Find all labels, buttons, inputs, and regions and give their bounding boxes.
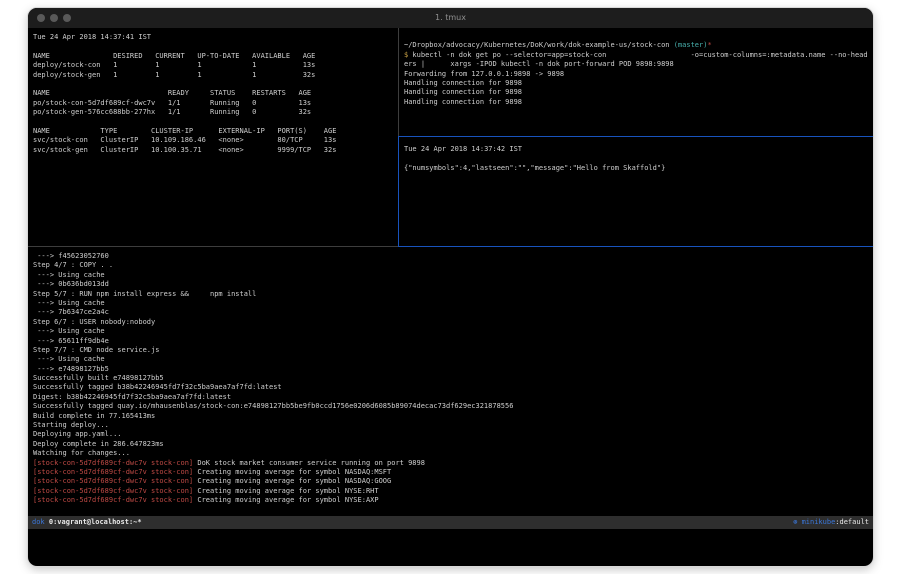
kube-context-indicator: ⊛ minikube:default bbox=[793, 516, 869, 529]
pane-border-active-bottom bbox=[398, 246, 873, 247]
kube-context-name: minikube bbox=[802, 518, 836, 526]
terminal-line: Successfully tagged b38b42246945fd7f32c5… bbox=[33, 383, 873, 392]
pane-border-vertical-inactive bbox=[398, 28, 399, 136]
terminal-line: ---> f45623052760 bbox=[33, 252, 873, 261]
window-titlebar[interactable]: 1. tmux bbox=[28, 8, 873, 29]
terminal-line: deploy/stock-con 1 1 1 1 13s bbox=[33, 61, 403, 70]
status-left: dok 0:vagrant@localhost:~* bbox=[32, 516, 142, 529]
terminal-line: svc/stock-con ClusterIP 10.109.186.46 <n… bbox=[33, 136, 403, 145]
text-segment: [stock-con-5d7df689cf-dwc7v stock-con] bbox=[33, 468, 193, 476]
terminal-line: Handling connection for 9898 bbox=[404, 88, 873, 97]
terminal-line: deploy/stock-gen 1 1 1 1 32s bbox=[33, 71, 403, 80]
text-segment: [stock-con-5d7df689cf-dwc7v stock-con] bbox=[33, 477, 193, 485]
pane-border-active-left bbox=[398, 136, 399, 246]
terminal-line: ~/Dropbox/advocacy/Kubernetes/DoK/work/d… bbox=[404, 41, 873, 50]
text-segment: Creating moving average for symbol NASDA… bbox=[193, 477, 391, 485]
terminal-line: Starting deploy... bbox=[33, 421, 873, 430]
terminal-line: Step 4/7 : COPY . . bbox=[33, 261, 873, 270]
pane-border-active-top bbox=[398, 136, 873, 137]
pane-skaffold-build-log[interactable]: ---> f45623052760Step 4/7 : COPY . . ---… bbox=[28, 247, 873, 518]
text-segment: Creating moving average for symbol NASDA… bbox=[193, 468, 391, 476]
terminal-line: po/stock-con-5d7df689cf-dwc7v 1/1 Runnin… bbox=[33, 99, 403, 108]
text-segment: * bbox=[707, 41, 711, 49]
pane-border-horizontal-inactive bbox=[28, 246, 398, 247]
text-segment: Creating moving average for symbol NYSE:… bbox=[193, 496, 378, 504]
text-segment: [stock-con-5d7df689cf-dwc7v stock-con] bbox=[33, 496, 193, 504]
terminal-line: Handling connection for 9898 bbox=[404, 79, 873, 88]
terminal-line: svc/stock-gen ClusterIP 10.100.35.71 <no… bbox=[33, 146, 403, 155]
terminal-line: ---> Using cache bbox=[33, 271, 873, 280]
pane-port-forward[interactable]: ~/Dropbox/advocacy/Kubernetes/DoK/work/d… bbox=[400, 28, 873, 140]
terminal-line bbox=[33, 118, 403, 127]
text-segment: [stock-con-5d7df689cf-dwc7v stock-con] bbox=[33, 459, 193, 467]
terminal-line: NAME READY STATUS RESTARTS AGE bbox=[33, 89, 403, 98]
text-segment: Creating moving average for symbol NYSE:… bbox=[193, 487, 378, 495]
terminal-line: po/stock-gen-576cc688bb-277hx 1/1 Runnin… bbox=[33, 108, 403, 117]
terminal-line: NAME TYPE CLUSTER-IP EXTERNAL-IP PORT(S)… bbox=[33, 127, 403, 136]
text-segment: kubectl -n dok get po --selector=app=sto… bbox=[408, 51, 867, 59]
terminal-line: Deploy complete in 286.647823ms bbox=[33, 440, 873, 449]
terminal-line: Handling connection for 9898 bbox=[404, 98, 873, 107]
page-background: { "window": { "title": "1. tmux" }, "col… bbox=[0, 0, 900, 574]
terminal-line: Forwarding from 127.0.0.1:9898 -> 9898 bbox=[404, 70, 873, 79]
terminal-line: [stock-con-5d7df689cf-dwc7v stock-con] C… bbox=[33, 477, 873, 486]
terminal-line: ---> 65611ff9db4e bbox=[33, 337, 873, 346]
terminal-line: ---> Using cache bbox=[33, 299, 873, 308]
terminal-line bbox=[404, 32, 873, 41]
text-segment: ~/Dropbox/advocacy/Kubernetes/DoK/work/d… bbox=[404, 41, 674, 49]
terminal-line: {"numsymbols":4,"lastseen":"","message":… bbox=[404, 164, 873, 173]
terminal-line: ---> Using cache bbox=[33, 327, 873, 336]
text-segment: (master) bbox=[674, 41, 708, 49]
terminal-line bbox=[404, 154, 873, 163]
terminal-line: Tue 24 Apr 2018 14:37:41 IST bbox=[33, 33, 403, 42]
terminal-line: [stock-con-5d7df689cf-dwc7v stock-con] C… bbox=[33, 487, 873, 496]
terminal-line: Step 7/7 : CMD node service.js bbox=[33, 346, 873, 355]
window-tab[interactable]: 0:vagrant@localhost:~* bbox=[49, 518, 142, 526]
terminal-window: 1. tmux Tue 24 Apr 2018 14:37:41 IST NAM… bbox=[28, 8, 873, 566]
window-title: 1. tmux bbox=[28, 13, 873, 22]
terminal-line: ---> e74898127bb5 bbox=[33, 365, 873, 374]
terminal-line: NAME DESIRED CURRENT UP-TO-DATE AVAILABL… bbox=[33, 52, 403, 61]
terminal-line: Digest: b38b42246945fd7f32c5ba9aea7af7fd… bbox=[33, 393, 873, 402]
terminal-line: Successfully tagged quay.io/mhausenblas/… bbox=[33, 402, 873, 411]
terminal-line bbox=[33, 42, 403, 51]
session-name: dok bbox=[32, 518, 45, 526]
terminal-line: Build complete in 77.165413ms bbox=[33, 412, 873, 421]
terminal-line bbox=[33, 80, 403, 89]
terminal-line: [stock-con-5d7df689cf-dwc7v stock-con] C… bbox=[33, 496, 873, 505]
text-segment: [stock-con-5d7df689cf-dwc7v stock-con] bbox=[33, 487, 193, 495]
terminal-line: Watching for changes... bbox=[33, 449, 873, 458]
terminal-line: [stock-con-5d7df689cf-dwc7v stock-con] C… bbox=[33, 468, 873, 477]
text-segment: DoK stock market consumer service runnin… bbox=[193, 459, 425, 467]
kubernetes-helm-icon: ⊛ bbox=[793, 518, 801, 526]
kube-namespace: :default bbox=[835, 518, 869, 526]
terminal-line: Successfully built e74898127bb5 bbox=[33, 374, 873, 383]
terminal-line: ---> 0b636bd013dd bbox=[33, 280, 873, 289]
terminal-line: Deploying app.yaml... bbox=[33, 430, 873, 439]
terminal-line: $ kubectl -n dok get po --selector=app=s… bbox=[404, 51, 873, 60]
terminal-line: [stock-con-5d7df689cf-dwc7v stock-con] D… bbox=[33, 459, 873, 468]
terminal-line: Step 5/7 : RUN npm install express && np… bbox=[33, 290, 873, 299]
pane-service-response[interactable]: Tue 24 Apr 2018 14:37:42 IST {"numsymbol… bbox=[400, 137, 873, 254]
terminal-line: Tue 24 Apr 2018 14:37:42 IST bbox=[404, 145, 873, 154]
terminal-line: ---> Using cache bbox=[33, 355, 873, 364]
terminal-line: ---> 7b6347ce2a4c bbox=[33, 308, 873, 317]
terminal-line: Step 6/7 : USER nobody:nobody bbox=[33, 318, 873, 327]
terminal-line: ers | xargs -IPOD kubectl -n dok port-fo… bbox=[404, 60, 873, 69]
pane-kubectl-get-output[interactable]: Tue 24 Apr 2018 14:37:41 IST NAME DESIRE… bbox=[28, 28, 403, 251]
tmux-status-bar: dok 0:vagrant@localhost:~* ⊛ minikube:de… bbox=[28, 516, 873, 529]
